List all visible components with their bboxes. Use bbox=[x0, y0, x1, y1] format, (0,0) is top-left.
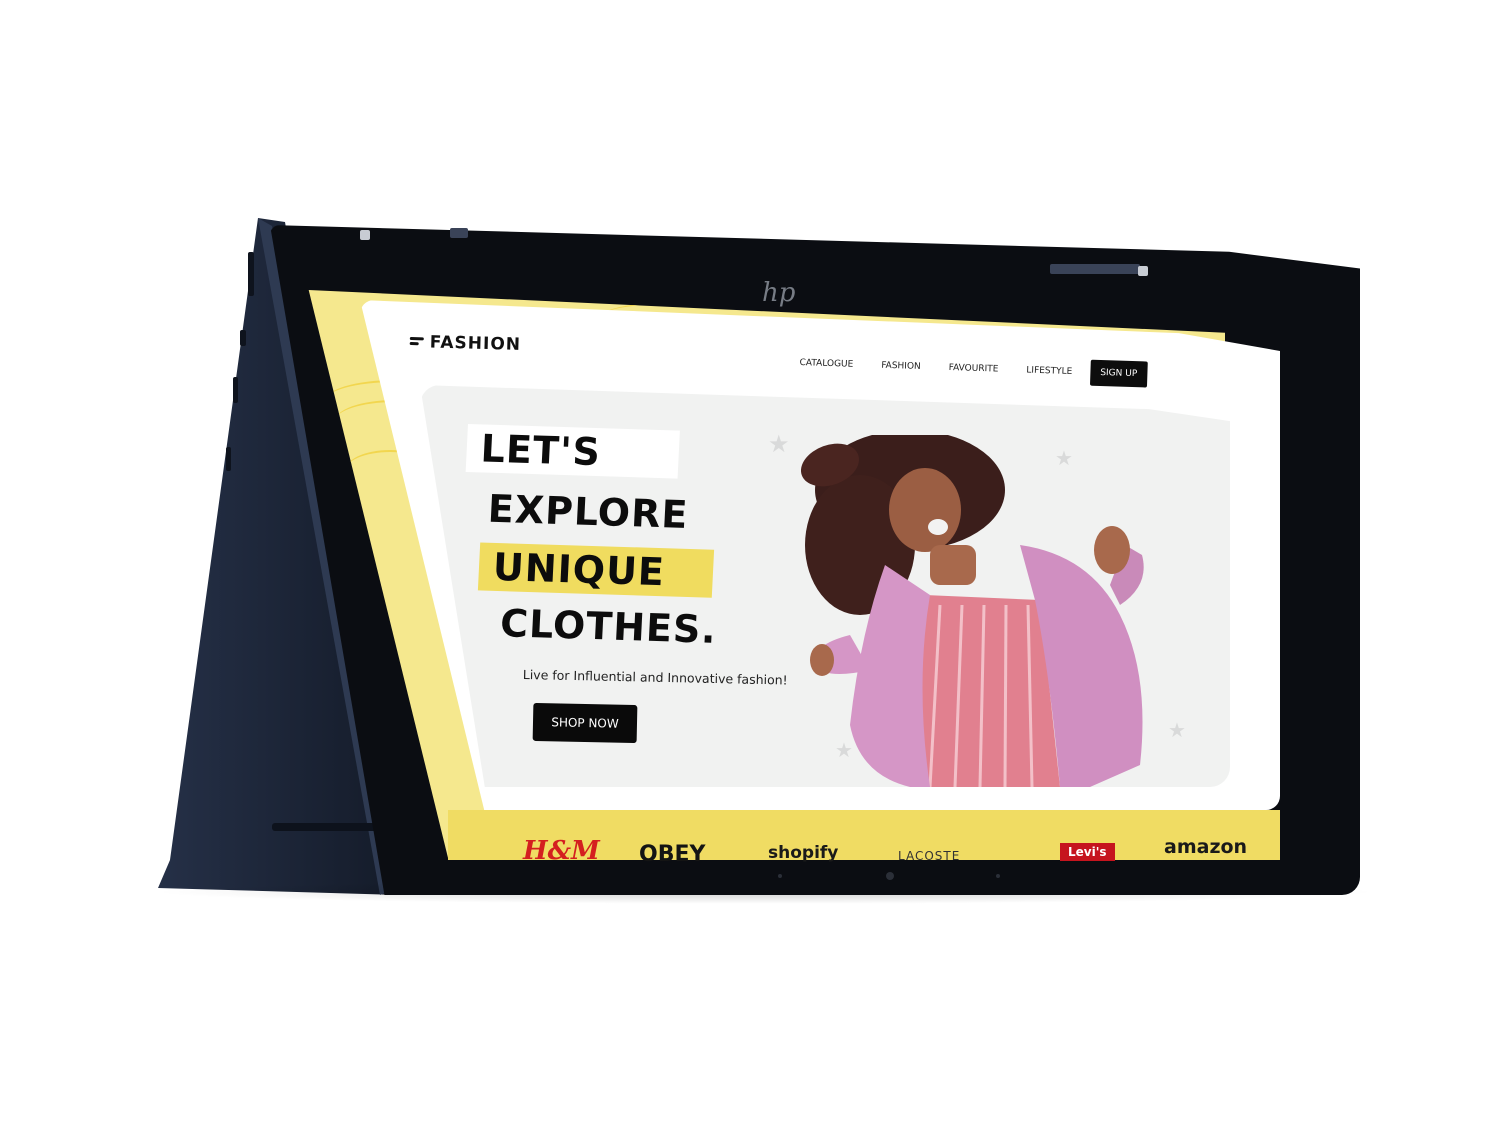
brand-logo-shopify[interactable]: shopify bbox=[768, 843, 838, 863]
hinge-cap-right bbox=[1138, 266, 1148, 276]
hero-model-image bbox=[800, 435, 1144, 787]
hinge-left bbox=[450, 228, 468, 238]
hinge-cap-left bbox=[360, 230, 370, 240]
hp-logo-icon: hp bbox=[762, 278, 796, 308]
brand-logo-lacoste[interactable]: LACOSTE bbox=[898, 849, 960, 863]
brand-mark-icon bbox=[410, 336, 424, 348]
sensor-dot bbox=[778, 874, 782, 878]
shop-now-button[interactable]: SHOP NOW bbox=[532, 702, 638, 744]
camera-icon bbox=[886, 872, 894, 880]
brand-logo-levis[interactable]: Levi's bbox=[1060, 843, 1115, 861]
nav-item-catalogue[interactable]: CATALOGUE bbox=[799, 358, 853, 370]
headline-line-1: LET'S bbox=[465, 424, 681, 479]
brand-logo-amazon[interactable]: amazon bbox=[1164, 836, 1247, 858]
star-icon: ★ bbox=[768, 430, 790, 458]
nav-item-lifestyle[interactable]: LIFESTYLE bbox=[1026, 366, 1072, 378]
headline-line-3: UNIQUE bbox=[477, 542, 715, 598]
nav-item-fashion[interactable]: FASHION bbox=[881, 361, 921, 372]
star-icon: ★ bbox=[1168, 718, 1186, 742]
brand-logo-hm[interactable]: H&M bbox=[523, 836, 600, 866]
nav-item-favourite[interactable]: FAVOURITE bbox=[949, 363, 999, 375]
site-logo[interactable]: FASHION bbox=[409, 332, 521, 355]
sensor-dot bbox=[996, 874, 1000, 878]
headline-line-2: EXPLORE bbox=[486, 486, 690, 537]
brand-name: FASHION bbox=[429, 332, 522, 355]
hinge-right bbox=[1050, 264, 1140, 274]
signup-button[interactable]: SIGN UP bbox=[1089, 359, 1148, 388]
brand-logo-obey[interactable]: OBEY bbox=[639, 842, 705, 867]
headline-line-4: CLOTHES. bbox=[499, 601, 718, 652]
